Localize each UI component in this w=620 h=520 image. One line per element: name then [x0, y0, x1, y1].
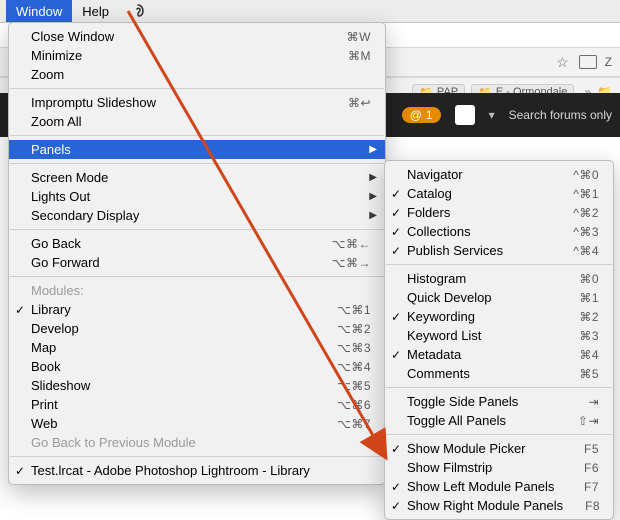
- panel-histogram[interactable]: Histogram⌘0: [385, 269, 613, 288]
- check-icon: ✓: [391, 442, 401, 456]
- search-label: Search forums only: [509, 108, 612, 122]
- check-icon: ✓: [391, 187, 401, 201]
- panel-keyword-list[interactable]: Keyword List⌘3: [385, 326, 613, 345]
- panel-show-filmstrip[interactable]: Show FilmstripF6: [385, 458, 613, 477]
- panel-show-module-picker[interactable]: ✓Show Module PickerF5: [385, 439, 613, 458]
- menu-separator: [10, 276, 384, 277]
- check-icon: ✓: [391, 480, 401, 494]
- menu-close-window[interactable]: Close Window⌘W: [9, 27, 385, 46]
- menu-screen-mode[interactable]: Screen Mode▶: [9, 168, 385, 187]
- menu-separator: [10, 135, 384, 136]
- menu-module-develop[interactable]: Develop⌥⌘2: [9, 319, 385, 338]
- menu-module-slideshow[interactable]: Slideshow⌥⌘5: [9, 376, 385, 395]
- check-icon: ✓: [391, 206, 401, 220]
- menu-separator: [10, 229, 384, 230]
- toolbar-z-label: Z: [605, 55, 612, 69]
- submenu-arrow-icon: ▶: [369, 172, 377, 183]
- check-icon: ✓: [391, 310, 401, 324]
- menu-lights-out[interactable]: Lights Out▶: [9, 187, 385, 206]
- menu-separator: [10, 163, 384, 164]
- panel-collections[interactable]: ✓Collections^⌘3: [385, 222, 613, 241]
- panel-show-left-module[interactable]: ✓Show Left Module PanelsF7: [385, 477, 613, 496]
- menu-module-print[interactable]: Print⌥⌘6: [9, 395, 385, 414]
- menu-module-map[interactable]: Map⌥⌘3: [9, 338, 385, 357]
- panel-show-right-module[interactable]: ✓Show Right Module PanelsF8: [385, 496, 613, 515]
- menu-impromptu-slideshow[interactable]: Impromptu Slideshow⌘↩: [9, 93, 385, 112]
- star-icon[interactable]: ☆: [556, 54, 569, 71]
- menu-separator: [10, 88, 384, 89]
- notification-badge[interactable]: @1: [402, 107, 441, 123]
- menu-zoom[interactable]: Zoom: [9, 65, 385, 84]
- check-icon: ✓: [391, 244, 401, 258]
- panel-publish-services[interactable]: ✓Publish Services^⌘4: [385, 241, 613, 260]
- menu-secondary-display[interactable]: Secondary Display▶: [9, 206, 385, 225]
- panel-toggle-side[interactable]: Toggle Side Panels⇥: [385, 392, 613, 411]
- panel-toggle-all[interactable]: Toggle All Panels⇧⇥: [385, 411, 613, 430]
- check-icon: ✓: [15, 464, 25, 478]
- panel-quick-develop[interactable]: Quick Develop⌘1: [385, 288, 613, 307]
- menu-separator: [386, 387, 612, 388]
- adobe-cc-icon[interactable]: [119, 0, 157, 22]
- cast-icon[interactable]: [579, 55, 597, 69]
- submenu-arrow-icon: ▶: [369, 191, 377, 202]
- menu-go-back[interactable]: Go Back⌥⌘←: [9, 234, 385, 253]
- avatar[interactable]: [455, 105, 475, 125]
- menu-help[interactable]: Help: [72, 0, 119, 22]
- panel-catalog[interactable]: ✓Catalog^⌘1: [385, 184, 613, 203]
- window-menu: Close Window⌘W Minimize⌘M Zoom Impromptu…: [8, 22, 386, 485]
- menu-open-document[interactable]: ✓Test.lrcat - Adobe Photoshop Lightroom …: [9, 461, 385, 480]
- menu-zoom-all[interactable]: Zoom All: [9, 112, 385, 131]
- avatar-dropdown-icon[interactable]: ▾: [489, 108, 495, 122]
- submenu-arrow-icon: ▶: [369, 210, 377, 221]
- menu-modules-header: Modules:: [9, 281, 385, 300]
- menu-separator: [10, 456, 384, 457]
- panels-submenu: Navigator^⌘0 ✓Catalog^⌘1 ✓Folders^⌘2 ✓Co…: [384, 160, 614, 520]
- menubar: Window Help: [0, 0, 620, 23]
- panel-keywording[interactable]: ✓Keywording⌘2: [385, 307, 613, 326]
- menu-panels[interactable]: Panels▶: [9, 140, 385, 159]
- menu-module-web[interactable]: Web⌥⌘7: [9, 414, 385, 433]
- check-icon: ✓: [15, 303, 25, 317]
- menu-separator: [386, 434, 612, 435]
- check-icon: ✓: [391, 348, 401, 362]
- panel-navigator[interactable]: Navigator^⌘0: [385, 165, 613, 184]
- menu-go-forward[interactable]: Go Forward⌥⌘→: [9, 253, 385, 272]
- menu-module-book[interactable]: Book⌥⌘4: [9, 357, 385, 376]
- menu-window[interactable]: Window: [6, 0, 72, 22]
- menu-separator: [386, 264, 612, 265]
- check-icon: ✓: [391, 499, 401, 513]
- panel-comments[interactable]: Comments⌘5: [385, 364, 613, 383]
- menu-minimize[interactable]: Minimize⌘M: [9, 46, 385, 65]
- check-icon: ✓: [391, 225, 401, 239]
- panel-metadata[interactable]: ✓Metadata⌘4: [385, 345, 613, 364]
- menu-module-library[interactable]: ✓Library⌥⌘1: [9, 300, 385, 319]
- menu-go-back-previous-module: Go Back to Previous Module: [9, 433, 385, 452]
- submenu-arrow-icon: ▶: [369, 144, 377, 155]
- panel-folders[interactable]: ✓Folders^⌘2: [385, 203, 613, 222]
